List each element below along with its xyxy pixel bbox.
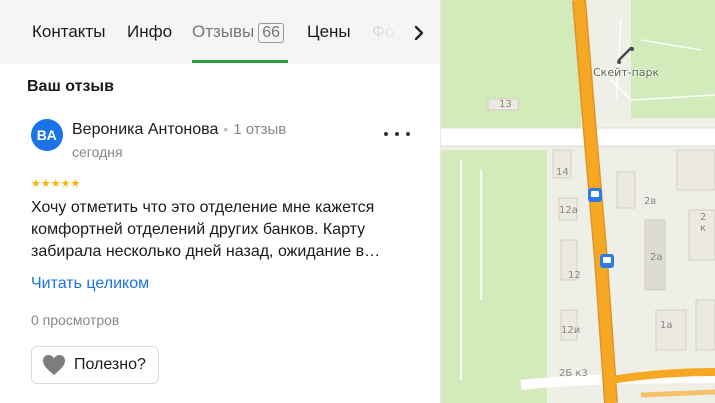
author-review-count: 1 отзыв (233, 121, 287, 138)
map-poi-label[interactable]: Скейт-парк (593, 66, 659, 79)
tab-contacts[interactable]: Контакты (32, 22, 105, 42)
park-area (441, 150, 547, 403)
author-name[interactable]: Вероника Антонова (72, 121, 218, 138)
rating-stars: ★★★★★ (31, 178, 81, 190)
separator-dot: • (223, 121, 229, 137)
useful-label: Полезно? (74, 356, 146, 373)
house-number: 13 (499, 99, 512, 110)
dot-icon (384, 132, 388, 136)
section-title: Ваш отзыв (27, 78, 114, 95)
house-number: 1а (660, 320, 673, 331)
house-number: 14 (556, 167, 569, 178)
more-options-button[interactable] (384, 124, 410, 144)
tabs-next-button[interactable] (404, 16, 434, 50)
map-canvas[interactable] (441, 0, 715, 403)
tab-reviews[interactable]: Отзывы 66 (192, 22, 285, 43)
house-number: 12а (559, 205, 578, 216)
review-text-line: Хочу отметить что это отделение мне каже… (31, 199, 375, 216)
review-author[interactable]: Вероника Антонова • 1 отзыв (72, 121, 286, 139)
views-count: 0 просмотров (31, 312, 120, 328)
active-tab-indicator (192, 60, 288, 63)
bus-stop-icon[interactable] (588, 188, 602, 202)
house-number: 2а (650, 252, 663, 263)
road (441, 128, 715, 146)
tab-info[interactable]: Инфо (127, 22, 172, 42)
park-area (631, 0, 715, 118)
useful-button[interactable]: Полезно? (31, 346, 159, 384)
tab-reviews-label: Отзывы (192, 22, 255, 41)
house-number: 2 к (700, 212, 707, 234)
chevron-right-icon (414, 25, 424, 41)
dot-icon (406, 132, 410, 136)
review-text-line: комфортней отделений других банков. Карт… (31, 221, 366, 238)
reviews-count-badge: 66 (258, 23, 285, 43)
organization-panel: Контакты Инфо Отзывы66 Цены Фо Ваш отзыв… (0, 0, 441, 403)
avatar[interactable]: ВА (31, 119, 63, 151)
tabs-fade (362, 0, 404, 64)
review-text-line: забирала несколько дней назад, ожидание … (31, 243, 381, 260)
heart-icon (43, 355, 65, 375)
tab-prices[interactable]: Цены (307, 22, 351, 42)
house-number: 12 (568, 270, 581, 281)
house-number: 12и (561, 325, 581, 336)
tab-bar: Контакты Инфо Отзывы66 Цены Фо (0, 0, 440, 64)
map[interactable]: Скейт-парк 13 14 12а 12 12и 2в 2 к 2а 1а… (441, 0, 715, 403)
review-text: Хочу отметить что это отделение мне каже… (31, 197, 421, 263)
read-more-link[interactable]: Читать целиком (31, 275, 149, 293)
dot-icon (395, 132, 399, 136)
house-number: 2в (644, 196, 657, 207)
bus-stop-icon[interactable] (600, 254, 614, 268)
house-number: 2Б к3 (559, 368, 588, 379)
review-date: сегодня (72, 144, 123, 160)
